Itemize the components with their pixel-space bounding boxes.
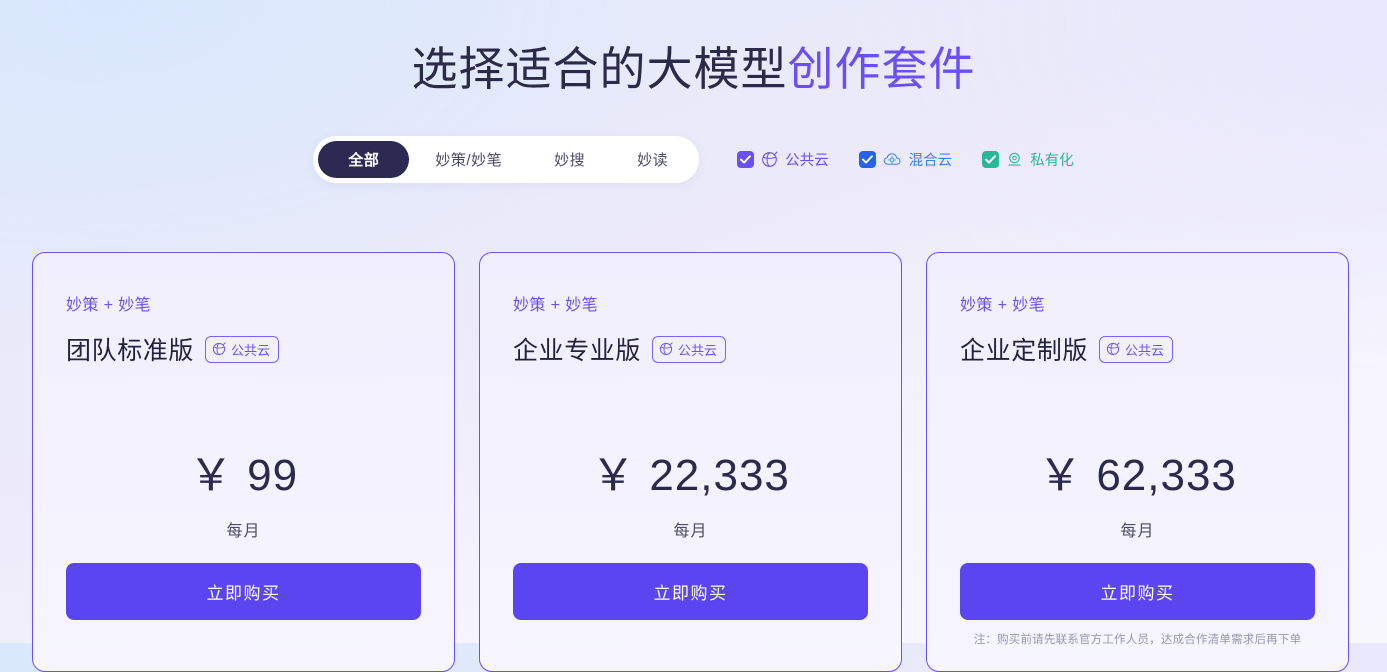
price-value: 62,333	[1096, 451, 1237, 500]
currency-symbol: ￥	[1038, 451, 1084, 500]
card-price: ￥ 99	[66, 439, 421, 503]
buy-now-button[interactable]: 立即购买	[66, 563, 421, 620]
card-title-row: 企业专业版 公共云	[513, 331, 868, 367]
pricing-card-list: 妙策 + 妙笔 团队标准版 公共云 ￥ 99 每月 立即购买 妙策 + 妙笔 企…	[32, 252, 1349, 672]
buy-now-button[interactable]: 立即购买	[960, 563, 1315, 620]
filter-public-cloud[interactable]: 公共云	[737, 149, 829, 170]
tab-bar: 全部 妙策/妙笔 妙搜 妙读	[313, 136, 700, 183]
page-title-accent: 创作套件	[787, 43, 976, 95]
tab-all[interactable]: 全部	[318, 141, 410, 178]
card-title: 团队标准版	[66, 337, 195, 365]
page-title: 选择适合的大模型创作套件	[0, 0, 1387, 98]
card-title-row: 企业定制版 公共云	[960, 331, 1315, 367]
pricing-card-team-standard[interactable]: 妙策 + 妙笔 团队标准版 公共云 ￥ 99 每月 立即购买	[32, 252, 455, 672]
tab-miaoce-miaobi[interactable]: 妙策/妙笔	[409, 141, 528, 178]
card-period: 每月	[1120, 523, 1155, 540]
price-value: 99	[247, 451, 299, 500]
card-badge-label: 公共云	[1125, 342, 1165, 358]
checkbox-private-deploy[interactable]	[982, 151, 1000, 168]
filter-label-hybrid-cloud: 混合云	[908, 153, 953, 169]
deployment-filters: 公共云 混合云 私有化	[737, 149, 1074, 170]
cloud-icon	[883, 151, 902, 168]
buy-now-button[interactable]: 立即购买	[513, 563, 868, 620]
card-price: ￥ 22,333	[513, 439, 868, 503]
pricing-card-enterprise-pro[interactable]: 妙策 + 妙笔 企业专业版 公共云 ￥ 22,333 每月 立即购买	[479, 252, 902, 672]
globe-icon	[1106, 342, 1120, 356]
card-title-row: 团队标准版 公共云	[66, 331, 421, 367]
filter-label-private-deploy: 私有化	[1030, 153, 1074, 169]
filter-hybrid-cloud[interactable]: 混合云	[858, 149, 953, 170]
card-subtitle: 妙策 + 妙笔	[513, 297, 599, 314]
pricing-card-enterprise-custom[interactable]: 妙策 + 妙笔 企业定制版 公共云 ￥ 62,333 每月 立即购买 注：购买前…	[926, 252, 1349, 672]
card-badge-public-cloud: 公共云	[1099, 335, 1174, 363]
tab-miaodu[interactable]: 妙读	[611, 141, 694, 178]
card-subtitle: 妙策 + 妙笔	[960, 297, 1046, 314]
pricing-page: 选择适合的大模型创作套件 全部 妙策/妙笔 妙搜 妙读 公共云 混合云 私有化 …	[0, 0, 1387, 672]
card-period: 每月	[673, 523, 708, 540]
location-pin-icon	[1006, 151, 1023, 168]
filter-label-public-cloud: 公共云	[785, 153, 829, 169]
card-badge-public-cloud: 公共云	[652, 335, 727, 363]
card-badge-label: 公共云	[678, 342, 718, 358]
globe-icon	[212, 342, 226, 356]
price-value: 22,333	[649, 451, 790, 500]
filter-row: 全部 妙策/妙笔 妙搜 妙读 公共云 混合云 私有化	[0, 136, 1387, 183]
globe-icon	[659, 342, 673, 356]
card-note: 注：购买前请先联系官方工作人员，达成合作清单需求后再下单	[973, 634, 1302, 646]
card-badge-public-cloud: 公共云	[205, 335, 280, 363]
currency-symbol: ￥	[188, 451, 234, 500]
page-title-main: 选择适合的大模型	[411, 43, 788, 95]
globe-icon	[761, 151, 778, 168]
card-title: 企业专业版	[513, 337, 642, 365]
card-period: 每月	[226, 523, 261, 540]
card-title: 企业定制版	[960, 337, 1089, 365]
tab-miaosou[interactable]: 妙搜	[528, 141, 611, 178]
card-subtitle: 妙策 + 妙笔	[66, 297, 152, 314]
filter-private-deploy[interactable]: 私有化	[982, 149, 1074, 170]
checkbox-hybrid-cloud[interactable]	[858, 151, 876, 168]
currency-symbol: ￥	[591, 451, 637, 500]
card-badge-label: 公共云	[231, 342, 271, 358]
card-price: ￥ 62,333	[960, 439, 1315, 503]
checkbox-public-cloud[interactable]	[737, 151, 755, 168]
